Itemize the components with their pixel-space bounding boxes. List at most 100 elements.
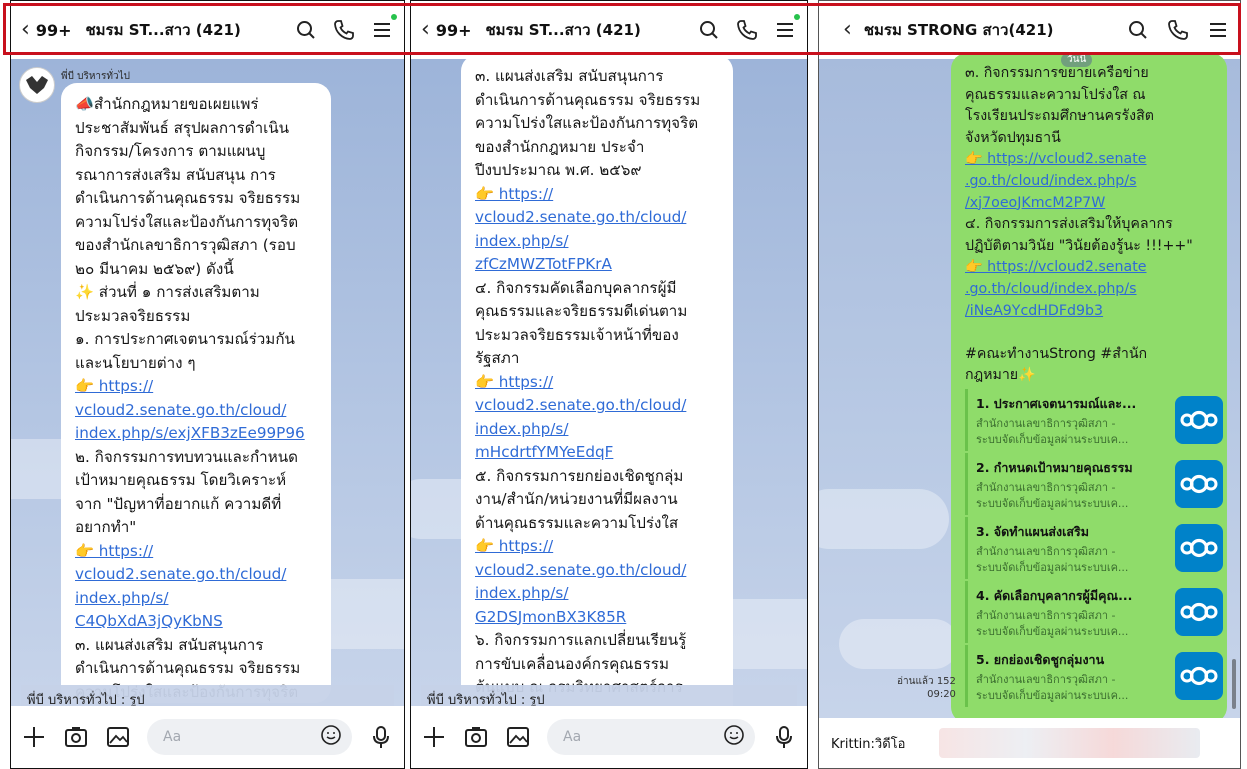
- message-text-line: การขับเคลื่อนองค์กรคุณธรรม: [475, 654, 669, 673]
- chat-panel-2: ‹ 99+ ชมรม ST...สาว (421) ๓. แผนส่งเสริม…: [410, 0, 808, 769]
- link-preview-card[interactable]: 3. จัดทำแผนส่งเสริม สำนักงานเลขาธิการวุฒิ…: [965, 517, 1223, 579]
- card-subtitle: ระบบจัดเก็บข้อมูลผ่านระบบเค...: [976, 624, 1129, 638]
- card-subtitle: สำนักงานเลขาธิการวุฒิสภา -: [976, 480, 1116, 494]
- message-bubble[interactable]: ๓. แผนส่งเสริม สนับสนุนการ ดำเนินการด้านค…: [461, 55, 733, 723]
- message-text-line: และนโยบายต่าง ๆ: [75, 353, 196, 372]
- message-link[interactable]: index.php/s/: [475, 582, 719, 606]
- message-text-line: ✨ ส่วนที่ ๑ การส่งเสริมตาม: [75, 283, 260, 301]
- back-button[interactable]: ‹: [843, 19, 852, 41]
- chat-panel-3: ‹ ชมรม STRONG สาว(421) วันนี้ ๓. กิจกรรม…: [818, 0, 1241, 769]
- menu-icon[interactable]: [370, 14, 397, 42]
- message-text-line: เป้าหมายคุณธรรม โดยวิเคราะห์: [75, 471, 287, 489]
- message-link[interactable]: zfCzMWZTotFPKrA: [475, 253, 719, 277]
- sender-name: พี่บี บริหารทั่วไป: [61, 71, 130, 82]
- camera-icon[interactable]: [63, 724, 89, 750]
- message-text-line: ๒๐ มีนาคม ๒๕๖๙) ดังนี้: [75, 259, 234, 278]
- message-input[interactable]: Aa: [147, 719, 352, 755]
- emoji-icon[interactable]: [320, 724, 342, 750]
- message-input[interactable]: Aa: [547, 719, 755, 755]
- phone-icon[interactable]: [1166, 18, 1190, 42]
- message-bubble[interactable]: 📣สำนักกฎหมายขอเผยแพร่ ประชาสัมพันธ์ สรุปผ…: [61, 83, 331, 703]
- link-preview-card[interactable]: 5. ยกย่องเชิดชูกลุ่มงาน สำนักงานเลขาธิการ…: [965, 645, 1223, 707]
- chat-title[interactable]: ชมรม ST...สาว (421): [85, 18, 294, 42]
- message-link[interactable]: 👉 https://: [75, 540, 317, 564]
- image-icon[interactable]: [505, 724, 531, 750]
- chat-title[interactable]: ชมรม ST...สาว (421): [485, 18, 697, 42]
- message-link[interactable]: G2DSJmonBX3K85R: [475, 606, 719, 630]
- back-button[interactable]: ‹: [421, 19, 430, 41]
- message-text-line: ๓. แผนส่งเสริม สนับสนุนการ: [75, 635, 264, 654]
- message-text-line: ของสำนักเลขาธิการวุฒิสภา (รอบ: [75, 236, 296, 254]
- message-text-line: ๑. การประกาศเจตนารมณ์ร่วมกัน: [75, 330, 295, 348]
- search-icon[interactable]: [294, 18, 318, 42]
- message-text-line: รณาการส่งเสริม สนับสนุน การ: [75, 165, 276, 184]
- chat-area[interactable]: วันนี้ ๓. กิจกรรมการขยายเครือข่าย คุณธรรม…: [819, 53, 1240, 723]
- message-link[interactable]: index.php/s/: [475, 230, 719, 254]
- message-link[interactable]: vcloud2.senate.go.th/cloud/: [475, 394, 719, 418]
- message-text-line: #คณะทำงานStrong #สำนัก: [965, 345, 1148, 362]
- message-link[interactable]: vcloud2.senate.go.th/cloud/: [475, 559, 719, 583]
- message-link[interactable]: .go.th/cloud/index.php/s: [965, 171, 1219, 193]
- scrollbar[interactable]: [1232, 659, 1236, 709]
- card-title: 1. ประกาศเจตนารมณ์และ...: [976, 396, 1137, 412]
- message-text-line: ด้านคุณธรรมและความโปร่งใส: [475, 513, 679, 532]
- message-link[interactable]: 👉 https://vcloud2.senate: [965, 149, 1219, 171]
- message-link[interactable]: C4QbXdA3jQyKbNS: [75, 610, 317, 634]
- nextcloud-logo-icon: [1175, 588, 1223, 636]
- message-link[interactable]: .go.th/cloud/index.php/s: [965, 279, 1219, 301]
- message-text-line: ๔. กิจกรรมการส่งเสริมให้บุคลากร: [965, 216, 1173, 233]
- menu-icon[interactable]: [773, 14, 800, 42]
- plus-icon[interactable]: [21, 724, 47, 750]
- latest-message-preview[interactable]: Krittin:วิดีโอ: [819, 718, 1240, 768]
- card-title: 2. กำหนดเป้าหมายคุณธรรม: [976, 460, 1133, 476]
- message-link[interactable]: index.php/s/: [475, 418, 719, 442]
- message-link[interactable]: mHcdrtfYMYeEdqF: [475, 441, 719, 465]
- menu-icon[interactable]: [1206, 18, 1230, 42]
- back-button[interactable]: ‹: [21, 19, 30, 41]
- message-link[interactable]: vcloud2.senate.go.th/cloud/: [475, 206, 719, 230]
- card-subtitle: สำนักงานเลขาธิการวุฒิสภา -: [976, 672, 1116, 686]
- card-subtitle: สำนักงานเลขาธิการวุฒิสภา -: [976, 544, 1116, 558]
- phone-icon[interactable]: [332, 18, 356, 42]
- chat-area[interactable]: พี่บี บริหารทั่วไป 📣สำนักกฎหมายขอเผยแพร่…: [11, 59, 404, 713]
- card-subtitle: ระบบจัดเก็บข้อมูลผ่านระบบเค...: [976, 688, 1129, 702]
- search-icon[interactable]: [1126, 18, 1150, 42]
- message-link[interactable]: 👉 https://: [475, 371, 719, 395]
- image-icon[interactable]: [105, 724, 131, 750]
- message-link[interactable]: index.php/s/: [75, 587, 317, 611]
- message-text-line: ประชาสัมพันธ์ สรุปผลการดำเนิน: [75, 118, 290, 137]
- message-link[interactable]: /iNeA9YcdHDFd9b3: [965, 301, 1219, 323]
- microphone-icon[interactable]: [368, 724, 394, 750]
- message-link[interactable]: 👉 https://: [475, 183, 719, 207]
- message-link[interactable]: 👉 https://vcloud2.senate: [965, 257, 1219, 279]
- message-text-line: ดำเนินการด้านคุณธรรม จริยธรรม: [75, 659, 301, 677]
- nextcloud-logo-icon: [1175, 524, 1223, 572]
- link-preview-card[interactable]: 4. คัดเลือกบุคลากรผู้มีคุณ... สำนักงานเลข…: [965, 581, 1223, 643]
- message-link[interactable]: 👉 https://: [475, 535, 719, 559]
- link-preview-card[interactable]: 1. ประกาศเจตนารมณ์และ... สำนักงานเลขาธิกา…: [965, 389, 1223, 451]
- search-icon[interactable]: [697, 18, 721, 42]
- message-text-line: ความโปร่งใสและป้องกันการทุจริต: [475, 114, 699, 132]
- message-text-line: ๖. กิจกรรมการแลกเปลี่ยนเรียนรู้: [475, 631, 687, 649]
- chat-panel-1: ‹ 99+ ชมรม ST...สาว (421) พี่บี บริหารทั…: [10, 0, 405, 769]
- link-preview-card[interactable]: 2. กำหนดเป้าหมายคุณธรรมสำนักงานเลขาธิการ…: [965, 453, 1223, 515]
- message-bubble[interactable]: วันนี้ ๓. กิจกรรมการขยายเครือข่าย คุณธรรม…: [951, 53, 1227, 723]
- emoji-icon[interactable]: [723, 724, 745, 750]
- phone-icon[interactable]: [735, 18, 759, 42]
- message-link[interactable]: index.php/s/exjXFB3zEe99P96: [75, 422, 317, 446]
- online-dot: [794, 14, 800, 20]
- message-link[interactable]: /xj7oeoJKmcM2P7W: [965, 193, 1219, 215]
- chat-title[interactable]: ชมรม STRONG สาว(421): [864, 18, 1126, 42]
- sender-avatar[interactable]: [19, 67, 55, 103]
- unread-count: 99+: [435, 20, 472, 40]
- message-link[interactable]: vcloud2.senate.go.th/cloud/: [75, 399, 317, 423]
- unread-count: 99+: [35, 20, 72, 40]
- chat-area[interactable]: ๓. แผนส่งเสริม สนับสนุนการ ดำเนินการด้านค…: [411, 55, 807, 723]
- camera-icon[interactable]: [463, 724, 489, 750]
- plus-icon[interactable]: [421, 724, 447, 750]
- message-text-line: คุณธรรมและจริยธรรมดีเด่นตาม: [475, 302, 688, 320]
- message-link[interactable]: 👉 https://: [75, 375, 317, 399]
- message-link[interactable]: vcloud2.senate.go.th/cloud/: [75, 563, 317, 587]
- microphone-icon[interactable]: [771, 724, 797, 750]
- message-text-line: กฎหมาย✨: [965, 367, 1036, 384]
